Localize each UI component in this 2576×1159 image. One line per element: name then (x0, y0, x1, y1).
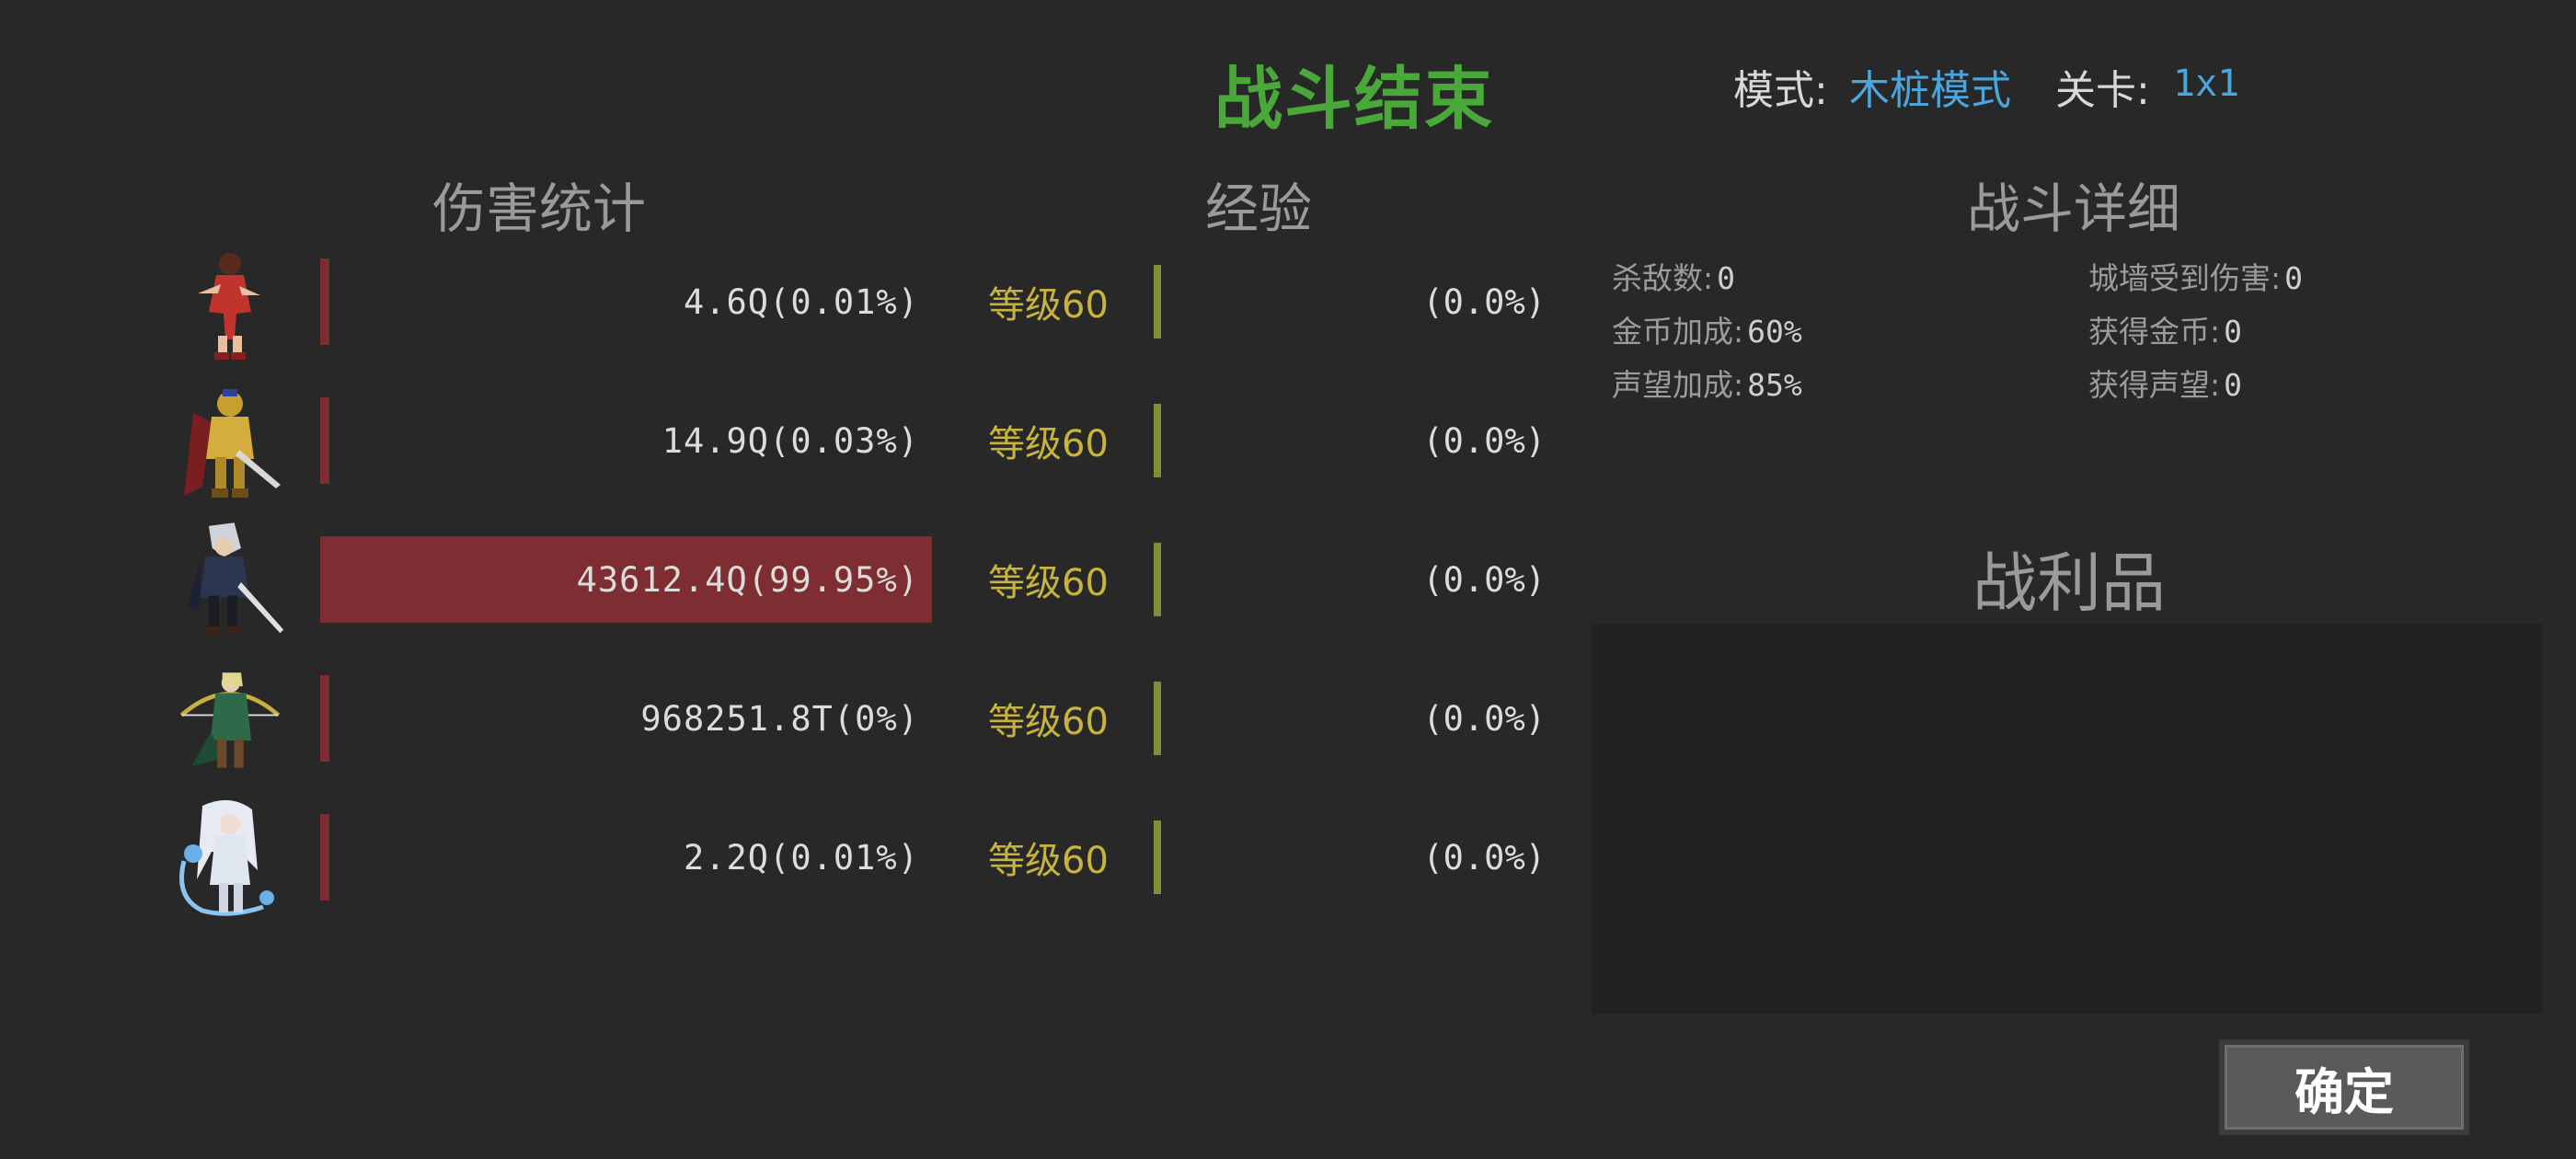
detail-kills: 杀敌数: 0 (1612, 254, 1735, 298)
damage-value: 2.2Q(0.01%) (683, 837, 919, 878)
detail-gold-bonus: 金币加成: 60% (1612, 307, 1802, 351)
hero-portrait-3 (175, 521, 285, 640)
hero-level-5: 等级60 (988, 840, 1109, 882)
detail-value: 0 (1717, 260, 1735, 296)
detail-value: 0 (2284, 260, 2303, 296)
golden-knight-icon (184, 389, 281, 498)
stage-label: 关卡: (2055, 67, 2150, 114)
detail-label: 杀敌数: (1612, 260, 1714, 296)
exp-bar-5: (0.0%) (1154, 820, 1549, 894)
exp-value: (0.0%) (1422, 281, 1546, 322)
exp-bar-3: (0.0%) (1154, 543, 1549, 616)
stage-value: 1x1 (2173, 63, 2240, 105)
exp-heading: 经验 (1205, 178, 1313, 240)
silver-swordsman-icon (186, 522, 284, 636)
exp-bar-2: (0.0%) (1154, 404, 1549, 477)
damage-bar-4: 968251.8T(0%) (320, 675, 932, 762)
detail-prestige-bonus: 声望加成: 85% (1612, 361, 1802, 405)
hero-portrait-5 (175, 798, 285, 918)
battle-details-heading: 战斗详细 (1967, 178, 2181, 240)
damage-bar-fill (320, 814, 329, 901)
detail-value: 0 (2224, 367, 2242, 403)
exp-bar-fill (1154, 265, 1161, 339)
exp-bar-4: (0.0%) (1154, 682, 1549, 755)
detail-prestige-gained: 获得声望: 0 (2088, 361, 2242, 405)
detail-label: 金币加成: (1612, 314, 1744, 350)
damage-value: 4.6Q(0.01%) (683, 281, 919, 322)
exp-value: (0.0%) (1422, 698, 1546, 739)
damage-bar-3: 43612.4Q(99.95%) (320, 536, 932, 623)
damage-value: 43612.4Q(99.95%) (576, 559, 919, 600)
damage-bar-5: 2.2Q(0.01%) (320, 814, 932, 901)
hero-portrait-4 (175, 660, 285, 780)
hero-portrait-1 (175, 245, 285, 364)
exp-value: (0.0%) (1422, 420, 1546, 461)
damage-value: 14.9Q(0.03%) (661, 420, 919, 461)
exp-value: (0.0%) (1422, 559, 1546, 600)
hero-level-1: 等级60 (988, 284, 1109, 327)
loot-panel (1592, 624, 2543, 1014)
exp-bar-fill (1154, 404, 1161, 477)
exp-value: (0.0%) (1422, 837, 1546, 878)
exp-bar-fill (1154, 682, 1161, 755)
detail-value: 85% (1747, 367, 1802, 403)
hero-level-3: 等级60 (988, 562, 1109, 604)
confirm-button[interactable]: 确定 (2219, 1039, 2469, 1135)
damage-bar-fill (320, 675, 329, 762)
damage-bar-2: 14.9Q(0.03%) (320, 397, 932, 484)
exp-bar-1: (0.0%) (1154, 265, 1549, 339)
damage-bar-fill (320, 258, 329, 345)
damage-bar-fill (320, 397, 329, 484)
elf-archer-icon (179, 672, 281, 768)
hero-portrait-2 (175, 384, 285, 504)
exp-bar-fill (1154, 543, 1161, 616)
detail-label: 城墙受到伤害: (2088, 260, 2282, 296)
detail-gold-gained: 获得金币: 0 (2088, 307, 2242, 351)
mode-value: 木桩模式 (1849, 67, 2011, 114)
damage-stats-heading: 伤害统计 (432, 178, 647, 240)
detail-label: 声望加成: (1612, 367, 1744, 403)
hero-level-4: 等级60 (988, 701, 1109, 743)
hero-level-2: 等级60 (988, 423, 1109, 465)
damage-value: 968251.8T(0%) (640, 698, 919, 739)
detail-label: 获得声望: (2088, 367, 2221, 403)
ice-mage-icon (179, 799, 274, 916)
detail-value: 60% (1747, 314, 1802, 350)
exp-bar-fill (1154, 820, 1161, 894)
red-warrior-icon (198, 253, 260, 360)
mode-label: 模式: (1733, 67, 1828, 114)
detail-wall-damage: 城墙受到伤害: 0 (2088, 254, 2303, 298)
loot-heading: 战利品 (1972, 545, 2166, 621)
detail-value: 0 (2224, 314, 2242, 350)
damage-bar-1: 4.6Q(0.01%) (320, 258, 932, 345)
detail-label: 获得金币: (2088, 314, 2221, 350)
battle-end-title: 战斗结束 (1214, 60, 1494, 139)
